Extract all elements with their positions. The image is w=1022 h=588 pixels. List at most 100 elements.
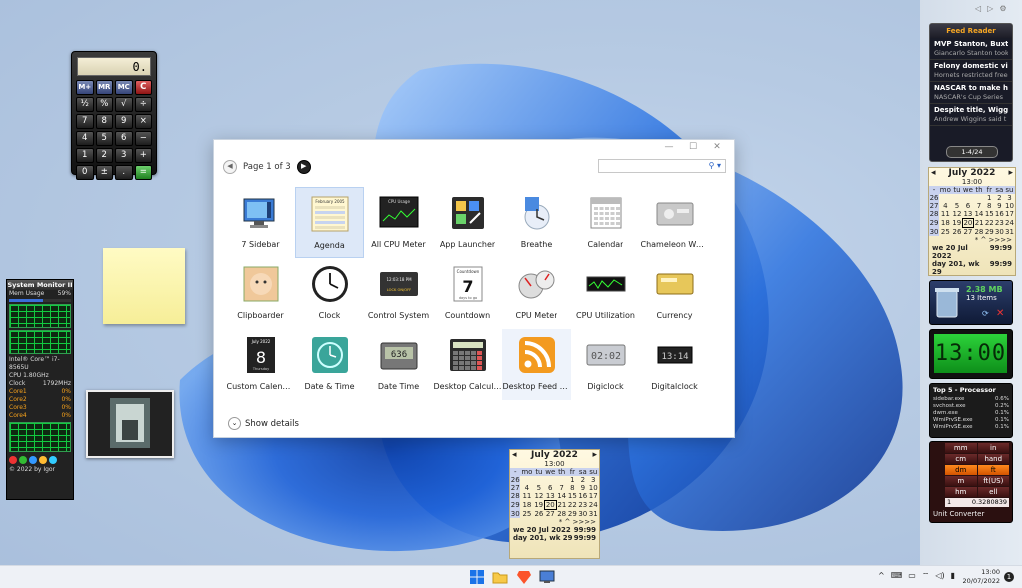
calc-key[interactable]: ± (95, 165, 113, 180)
calendar-day[interactable]: 3 (588, 476, 598, 484)
feed-item[interactable]: MVP Stanton, BuxtorGiancarlo Stanton too… (930, 38, 1012, 60)
calendar-next-icon[interactable]: ▸ (1008, 168, 1013, 178)
calendar-day[interactable]: 21 (974, 219, 985, 228)
search-input[interactable]: ⚲ ▾ (598, 159, 726, 173)
calendar-day[interactable]: 14 (556, 492, 567, 501)
calendar-day[interactable]: 27 (962, 228, 973, 236)
gadget-tile[interactable]: 02:02 Digiclock (571, 329, 640, 400)
feed-item[interactable]: Felony domestic vic Hornets restricted fr… (930, 60, 1012, 82)
calendar-day[interactable]: 7 (974, 202, 985, 210)
calendar-day[interactable]: 20 (961, 218, 975, 228)
gadget-tile[interactable]: CPU Meter (502, 258, 571, 329)
calendar-day[interactable]: 4 (939, 202, 952, 210)
calendar-day[interactable]: 26 (533, 510, 544, 519)
recycle-bin-gadget[interactable]: 2.38 MB 13 Items ⟳ ✕ (929, 280, 1013, 325)
calendar-day[interactable] (556, 476, 567, 484)
gadget-tile[interactable]: Clipboarder (226, 258, 295, 329)
next-page-button[interactable]: ▶ (296, 160, 311, 174)
close-button[interactable]: ✕ (710, 142, 724, 152)
red-action-icon[interactable] (9, 456, 17, 464)
minimize-button[interactable]: — (662, 142, 676, 152)
gadget-tile[interactable]: Desktop Feed R... (502, 329, 571, 400)
calendar-day[interactable]: 2 (994, 194, 1004, 202)
calc-key[interactable]: M+ (76, 80, 94, 95)
calc-key[interactable]: 9 (115, 114, 133, 129)
taskbar-clock[interactable]: 13:00 20/07/2022 (950, 568, 1000, 586)
tray-icon[interactable]: ⌔ (922, 571, 930, 581)
tray-icon[interactable]: ^ (878, 571, 885, 581)
brave-browser-button[interactable] (516, 569, 532, 585)
calendar-day[interactable]: 13 (962, 210, 973, 219)
calendar-day[interactable]: 20 (543, 500, 557, 510)
calendar-day[interactable]: 30 (578, 510, 588, 519)
calendar-nav[interactable]: * ^ >>>> (510, 518, 599, 526)
calendar-day[interactable]: 22 (567, 501, 577, 510)
conversion-value[interactable]: 1 0.3280839 (945, 498, 1009, 507)
calc-key[interactable]: ½ (76, 97, 94, 112)
calendar-day[interactable]: 17 (588, 492, 598, 501)
calendar-day[interactable]: 19 (533, 501, 544, 510)
calendar-day[interactable]: 10 (1004, 202, 1014, 210)
calc-key[interactable]: MC (115, 80, 133, 95)
calendar-day[interactable]: 15 (984, 210, 994, 219)
calc-key[interactable]: − (134, 131, 152, 146)
gadget-tile[interactable]: Breathe (502, 187, 571, 258)
calc-key[interactable]: 8 (95, 114, 113, 129)
calendar-day[interactable]: 18 (520, 501, 533, 510)
calendar-day[interactable]: 28 (974, 228, 985, 237)
calc-key[interactable]: % (95, 97, 113, 112)
notification-badge[interactable]: 1 (1004, 572, 1014, 582)
unit-button[interactable]: dm (945, 465, 977, 475)
calendar-day[interactable]: 5 (533, 484, 544, 492)
calendar-day[interactable]: 14 (974, 210, 985, 219)
gadget-tile[interactable]: 7 Sidebar (226, 187, 295, 258)
calendar-day[interactable]: 8 (984, 202, 994, 210)
recycle-open-icon[interactable]: ⟳ (982, 309, 989, 318)
calendar-day[interactable]: 31 (588, 510, 598, 519)
calendar-day[interactable]: 24 (1004, 219, 1014, 228)
calc-key[interactable]: MR (95, 80, 113, 95)
calendar-nav[interactable]: * ^ >>>> (929, 236, 1015, 244)
gadget-tile[interactable]: Desktop Calcula... (433, 329, 502, 400)
gadget-tile[interactable]: July 2022 8 Thursday Custom Calendar (226, 329, 295, 400)
calendar-day[interactable]: 5 (952, 202, 963, 210)
desktop-calendar-gadget[interactable]: ◂ July 2022 ▸ 13:00- mo tu we th fr sa su 26 1 2 3 27 4 5… (509, 449, 600, 559)
calc-key[interactable]: 4 (76, 131, 94, 146)
unit-converter-gadget[interactable]: mm in cm hand dm ft m ft(US) hm ell 1 0.3280839 U… (929, 441, 1013, 523)
top-processes-gadget[interactable]: Top 5 - Processor sidebar.exe 0.6% svchost… (929, 383, 1013, 438)
calendar-day[interactable]: 4 (520, 484, 533, 492)
calendar-day[interactable]: 9 (994, 202, 1004, 210)
calendar-day[interactable]: 11 (939, 210, 952, 219)
calendar-day[interactable]: 8 (567, 484, 577, 492)
slideshow-gadget[interactable] (86, 390, 174, 458)
unit-button[interactable]: cm (945, 454, 977, 464)
calc-key[interactable]: ÷ (134, 97, 152, 112)
calc-key[interactable]: √ (115, 97, 133, 112)
gadget-tile[interactable]: Calendar (571, 187, 640, 258)
calendar-day[interactable]: 21 (556, 501, 567, 510)
calendar-prev-icon[interactable]: ◂ (931, 168, 936, 178)
gadget-tile[interactable]: CPU Utilization (571, 258, 640, 329)
calendar-day[interactable]: 1 (984, 194, 994, 202)
gadget-tile[interactable]: 636 Date Time (364, 329, 433, 400)
calendar-day[interactable]: 19 (952, 219, 963, 228)
blue-action-icon[interactable] (29, 456, 37, 464)
calendar-day[interactable]: 12 (952, 210, 963, 219)
calendar-day[interactable] (533, 476, 544, 484)
calendar-day[interactable]: 6 (962, 202, 973, 210)
calendar-day[interactable]: 6 (544, 484, 556, 492)
calendar-next-icon[interactable]: ▸ (592, 450, 597, 460)
calendar-day[interactable] (974, 194, 985, 202)
gadget-tile[interactable]: CPU Usage All CPU Meter (364, 187, 433, 258)
calendar-day[interactable] (520, 476, 533, 484)
calendar-day[interactable]: 17 (1004, 210, 1014, 219)
gadget-gallery-window[interactable]: — ☐ ✕ ◀ Page 1 of 3 ▶ ⚲ ▾ 7 Sidebar Febru… (213, 139, 735, 438)
unit-button[interactable]: mm (945, 443, 977, 453)
tray-icon[interactable]: ⌨ (891, 571, 903, 581)
calendar-day[interactable] (544, 476, 556, 484)
calculator-gadget[interactable]: 0. M+ MR MC C ½% √ ÷ 7 8 9 × 4 5 6− 1 2 3 +0 ±. = (71, 51, 157, 180)
calc-key[interactable]: + (134, 148, 152, 163)
yellow-action-icon[interactable] (39, 456, 47, 464)
calendar-prev-icon[interactable]: ◂ (512, 450, 517, 460)
sidebar-settings-icon[interactable]: ⚙ (999, 4, 1006, 13)
